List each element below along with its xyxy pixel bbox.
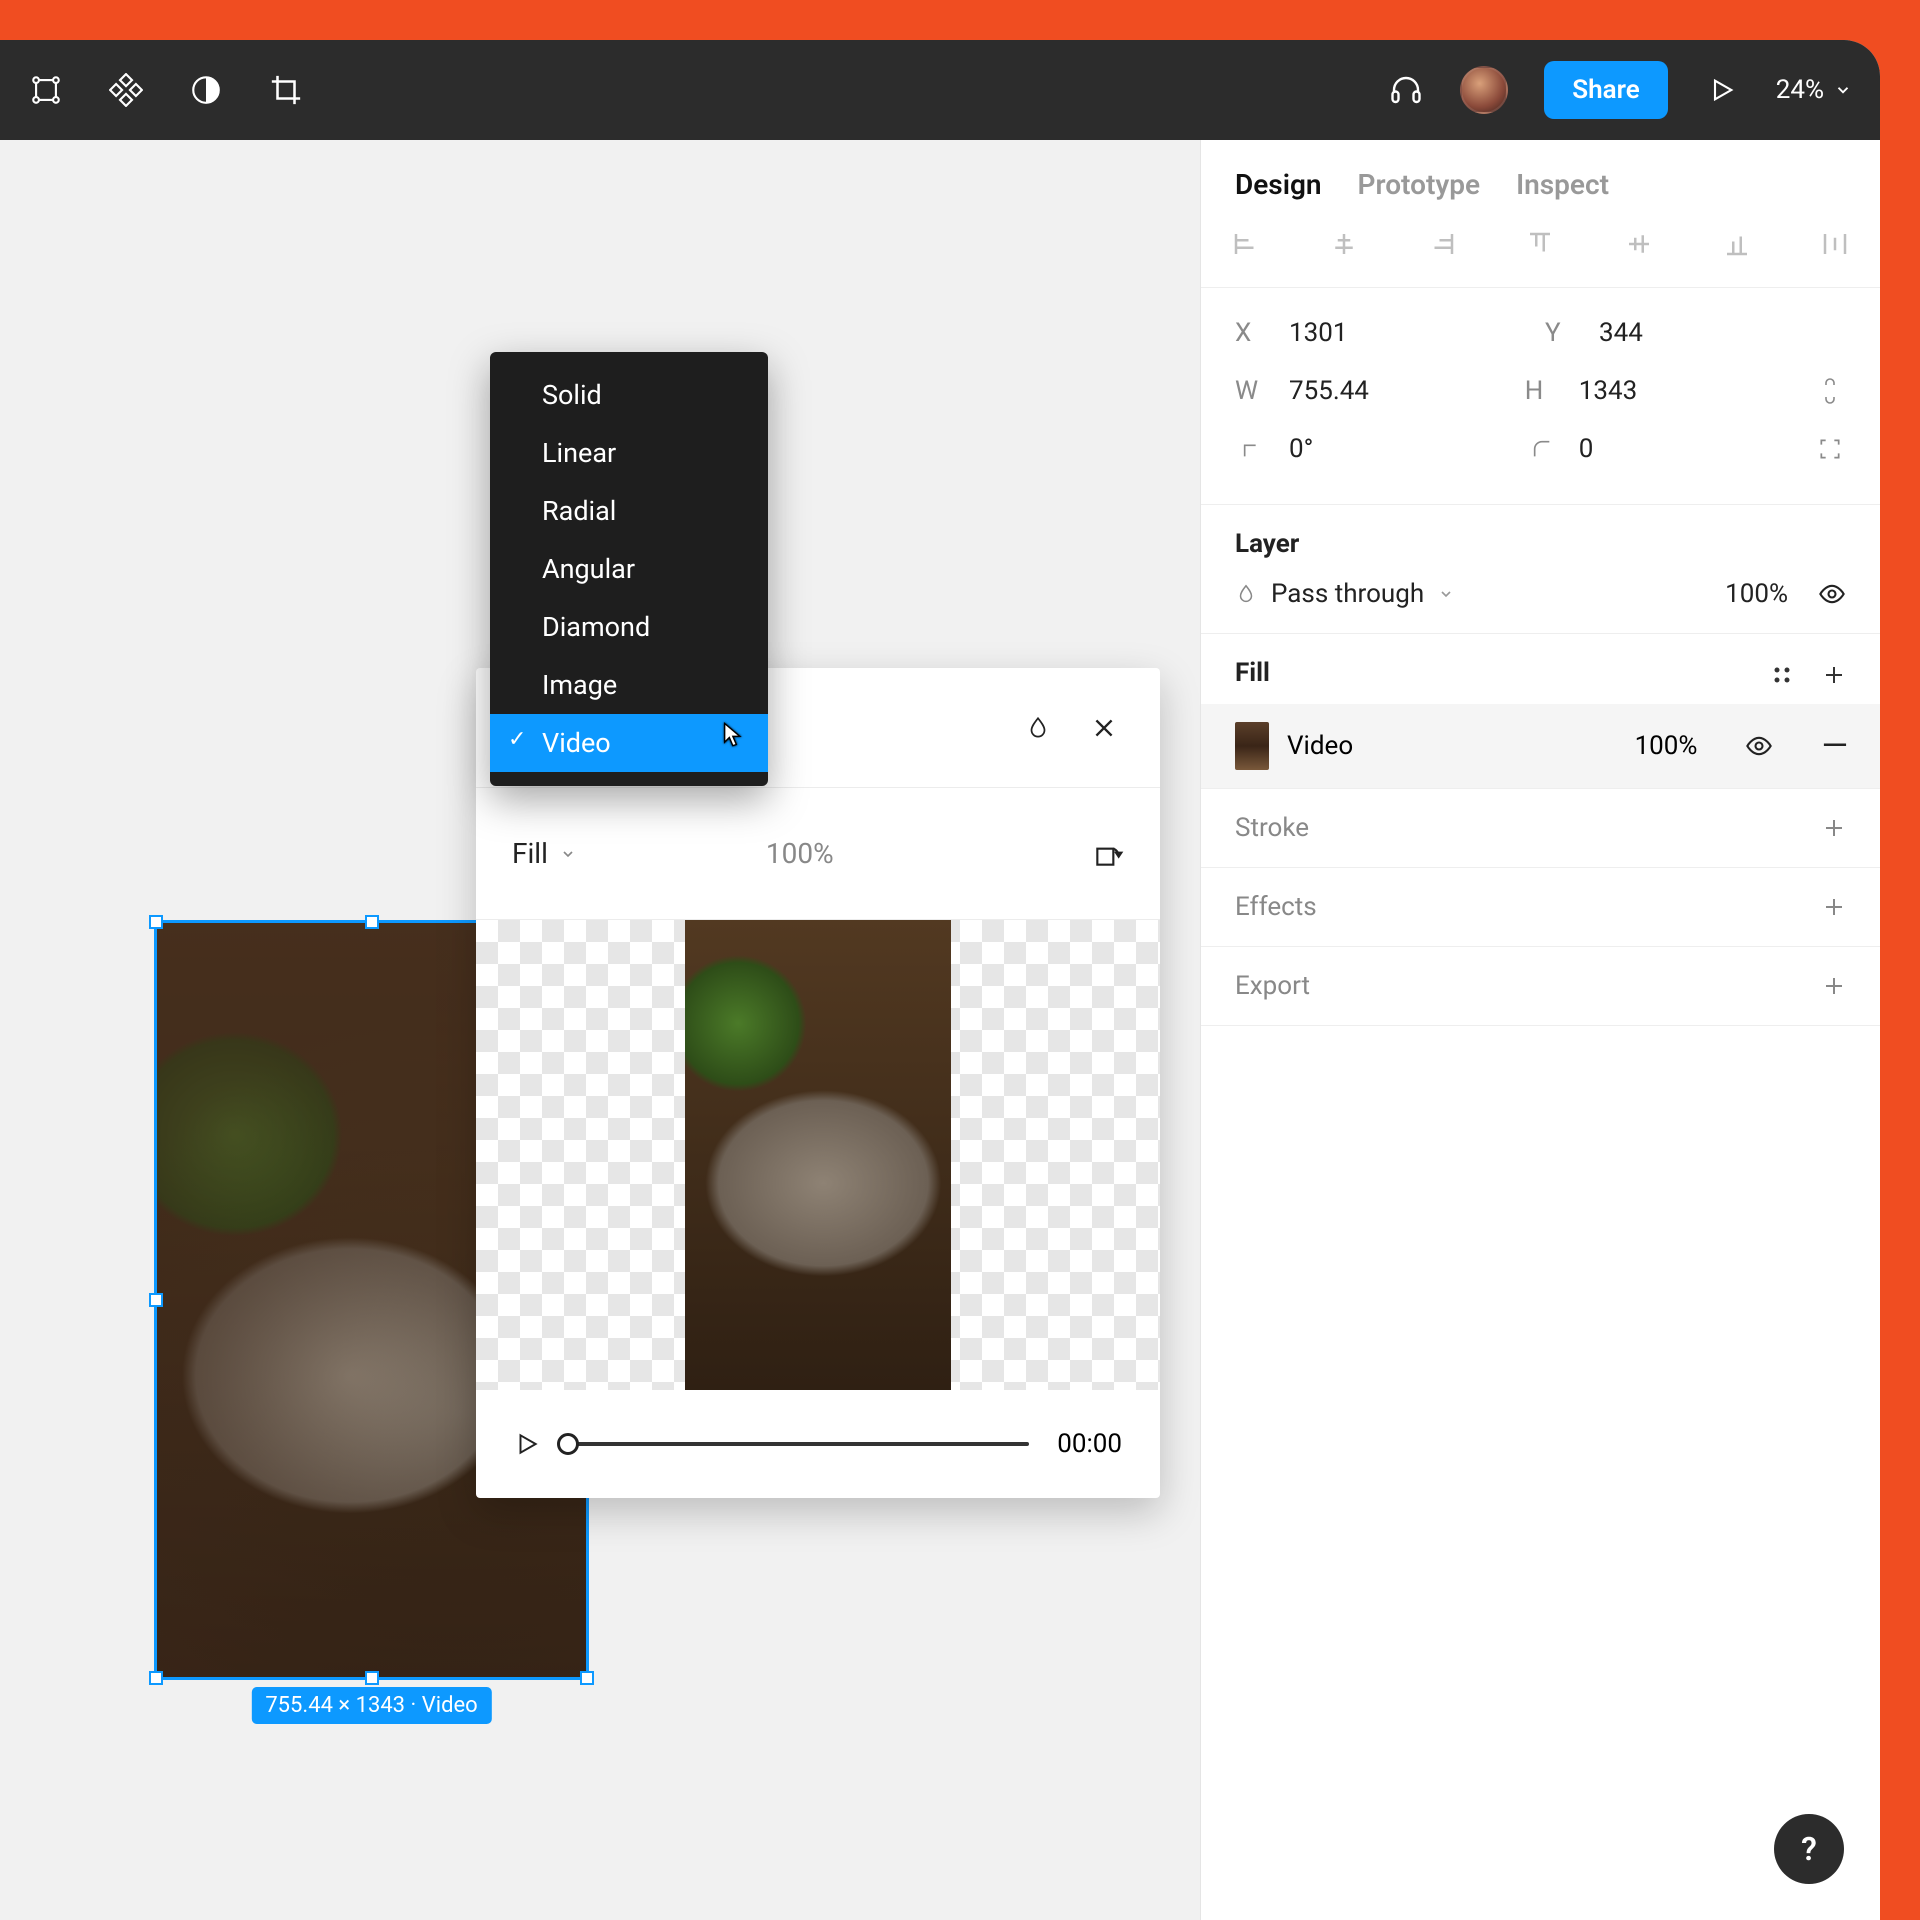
w-input[interactable]: 755.44 [1289, 376, 1369, 406]
dropdown-item-angular[interactable]: Angular [490, 540, 768, 598]
blend-icon[interactable] [1018, 715, 1058, 741]
video-time: 00:00 [1057, 1429, 1122, 1459]
fill-section-title: Fill [1235, 658, 1270, 688]
tab-inspect[interactable]: Inspect [1516, 168, 1609, 201]
resize-handle[interactable] [365, 915, 379, 929]
add-effect-icon[interactable] [1822, 895, 1846, 919]
layer-section-title: Layer [1235, 529, 1846, 559]
dropdown-item-image[interactable]: Image [490, 656, 768, 714]
effects-section-title: Effects [1235, 892, 1317, 922]
present-icon[interactable] [1704, 72, 1740, 108]
corner-input[interactable]: 0 [1579, 434, 1594, 464]
crop-tool-icon[interactable] [268, 72, 304, 108]
audio-icon[interactable] [1388, 72, 1424, 108]
components-tool-icon[interactable] [108, 72, 144, 108]
visibility-icon[interactable] [1818, 580, 1846, 608]
corner-radius-icon [1525, 438, 1559, 460]
tab-design[interactable]: Design [1235, 168, 1322, 201]
help-button[interactable]: ? [1774, 1814, 1844, 1884]
y-input[interactable]: 344 [1599, 318, 1643, 348]
export-section-title: Export [1235, 971, 1310, 1001]
fill-opacity-input[interactable]: 100% [1635, 731, 1698, 761]
dropdown-item-linear[interactable]: Linear [490, 424, 768, 482]
resize-handle[interactable] [365, 1671, 379, 1685]
dropdown-item-solid[interactable]: Solid [490, 366, 768, 424]
resize-handle[interactable] [580, 1671, 594, 1685]
chevron-down-icon [1834, 81, 1852, 99]
toolbar: Share 24% [0, 40, 1880, 140]
stroke-section-title: Stroke [1235, 813, 1309, 843]
video-preview [685, 920, 951, 1390]
fill-mode-select[interactable]: Fill [512, 837, 576, 870]
distribute-icon[interactable] [1820, 229, 1850, 259]
share-button[interactable]: Share [1544, 61, 1667, 119]
mask-tool-icon[interactable] [188, 72, 224, 108]
dropdown-item-radial[interactable]: Radial [490, 482, 768, 540]
cursor-icon [720, 720, 748, 748]
resize-handle[interactable] [149, 1293, 163, 1307]
video-scrubber[interactable] [568, 1442, 1029, 1446]
avatar[interactable] [1460, 66, 1508, 114]
fill-thumbnail[interactable] [1235, 722, 1269, 770]
align-bottom-icon[interactable] [1722, 229, 1752, 259]
layer-opacity-input[interactable]: 100% [1725, 579, 1788, 609]
chevron-down-icon [1438, 586, 1454, 602]
fill-styles-icon[interactable] [1770, 663, 1794, 687]
resize-handle[interactable] [149, 1671, 163, 1685]
play-icon[interactable] [514, 1431, 540, 1457]
scrubber-knob[interactable] [557, 1433, 579, 1455]
independent-corners-icon[interactable] [1815, 436, 1846, 462]
h-input[interactable]: 1343 [1579, 376, 1637, 406]
droplet-icon [1235, 583, 1257, 605]
rotation-input[interactable]: 0° [1289, 434, 1313, 464]
remove-fill-icon[interactable]: — [1821, 726, 1846, 766]
fill-opacity-value[interactable]: 100% [766, 837, 834, 870]
fill-visibility-icon[interactable] [1745, 732, 1773, 760]
zoom-control[interactable]: 24% [1776, 75, 1852, 105]
align-right-icon[interactable] [1427, 229, 1457, 259]
add-stroke-icon[interactable] [1822, 816, 1846, 840]
align-hcenter-icon[interactable] [1329, 229, 1359, 259]
selection-size-tag: 755.44 × 1343 · Video [251, 1687, 491, 1724]
fill-popover: Fill 100% 00:00 [476, 668, 1160, 1498]
rotation-icon [1235, 438, 1269, 460]
blend-mode-select[interactable]: Pass through [1235, 579, 1695, 609]
resize-handle[interactable] [149, 915, 163, 929]
constrain-proportions-icon[interactable] [1815, 377, 1846, 405]
frame-tool-icon[interactable] [28, 72, 64, 108]
zoom-value: 24% [1776, 75, 1824, 105]
inspector-panel: Design Prototype Inspect X1301 Y344 W755… [1200, 140, 1880, 1920]
video-preview-area[interactable] [476, 920, 1160, 1390]
add-export-icon[interactable] [1822, 974, 1846, 998]
chevron-down-icon [560, 846, 576, 862]
fill-type-label: Video [1287, 731, 1617, 761]
add-fill-icon[interactable] [1822, 663, 1846, 687]
dropdown-item-diamond[interactable]: Diamond [490, 598, 768, 656]
align-top-icon[interactable] [1525, 229, 1555, 259]
rotate-icon[interactable] [1092, 838, 1124, 870]
align-vcenter-icon[interactable] [1624, 229, 1654, 259]
tab-prototype[interactable]: Prototype [1358, 168, 1481, 201]
x-input[interactable]: 1301 [1289, 318, 1347, 348]
align-left-icon[interactable] [1231, 229, 1261, 259]
close-icon[interactable] [1084, 715, 1124, 741]
